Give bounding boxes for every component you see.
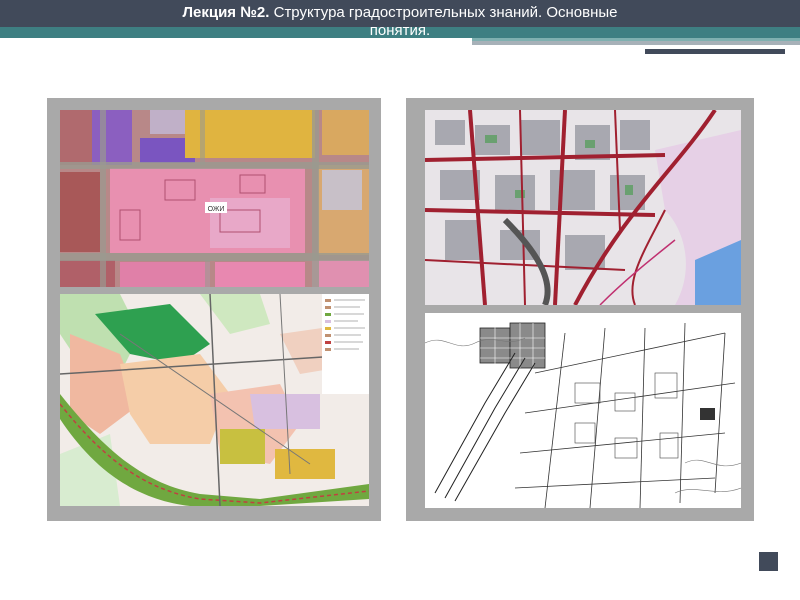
left-image-panel: ОЖИ [47,98,381,521]
slide-title-bold: Лекция №2. [182,4,270,21]
header-stripe-navy [645,49,785,54]
master-plan-map [60,294,369,506]
slide-title: Лекция №2. Структура градостроительных з… [110,4,690,40]
zoning-map-color: ОЖИ [60,110,369,287]
next-slide-button[interactable] [759,552,778,571]
right-image-panel [406,98,754,521]
map1-block-label: ОЖИ [208,206,225,213]
slide-title-rest: Структура градостроительных знаний. Осно… [269,4,618,21]
street-network-map [425,110,741,305]
slide-title-line2: понятия. [369,22,431,39]
bw-city-plan [425,313,741,508]
header-stripe-gray [472,41,800,45]
